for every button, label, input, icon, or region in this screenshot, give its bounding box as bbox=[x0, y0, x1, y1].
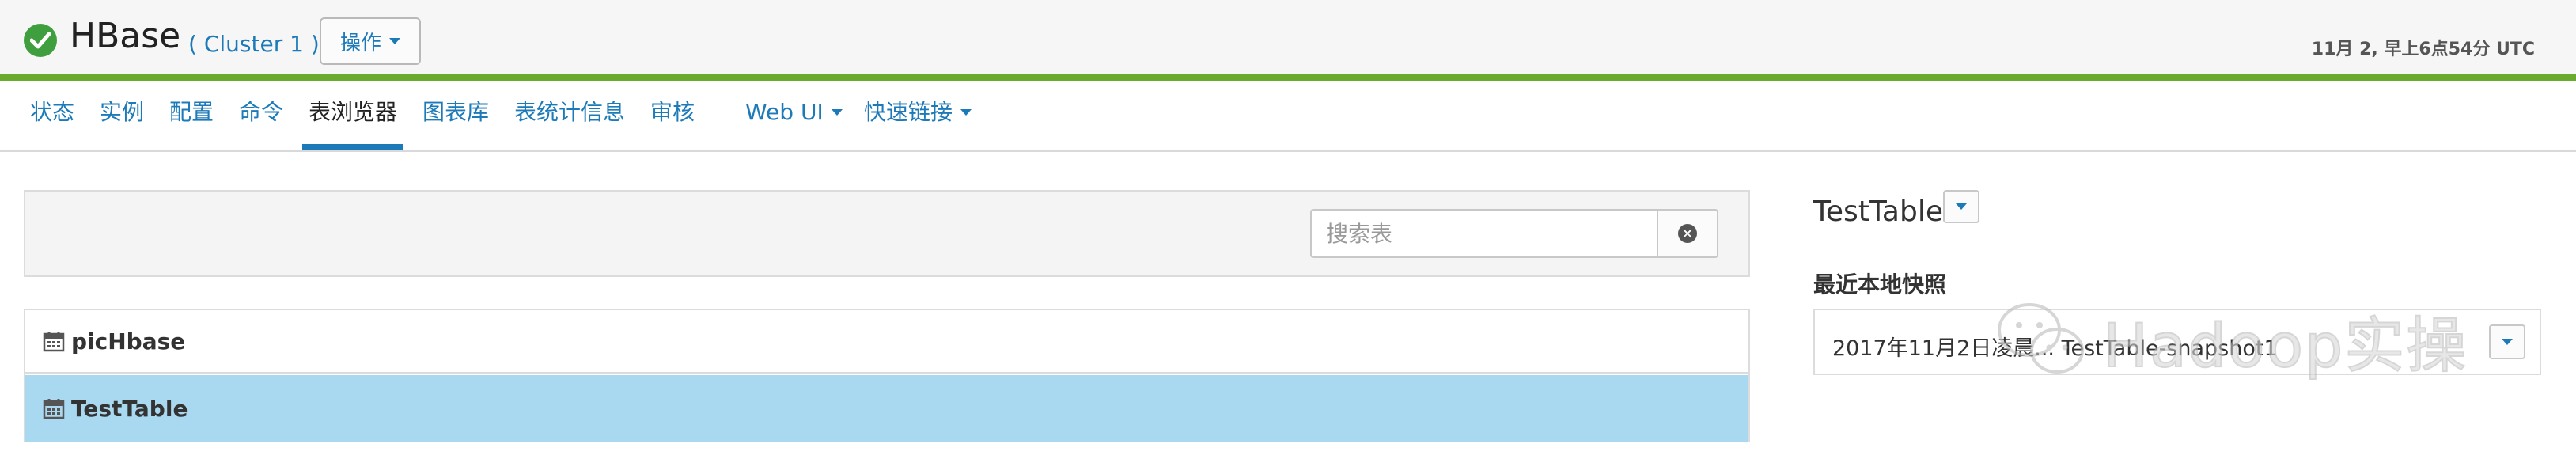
caret-down-icon bbox=[831, 109, 843, 116]
tab-quick-links[interactable]: 快速链接 bbox=[864, 101, 972, 123]
actions-button[interactable]: 操作 bbox=[320, 17, 421, 65]
tab-charts-library[interactable]: 图表库 bbox=[422, 101, 489, 123]
tab-instances[interactable]: 实例 bbox=[100, 101, 144, 123]
service-header: HBase ( Cluster 1 ) 操作 11月 2, 早上6点54分 UT… bbox=[0, 0, 2576, 81]
tab-label: 配置 bbox=[169, 99, 214, 125]
calendar-icon bbox=[43, 332, 65, 352]
snapshot-actions-dropdown[interactable] bbox=[2489, 324, 2525, 359]
snapshot-row: 2017年11月2日凌晨... TestTable-snapshot1 bbox=[1813, 309, 2541, 375]
tab-label: 快速链接 bbox=[864, 99, 953, 125]
tab-commands[interactable]: 命令 bbox=[239, 101, 283, 123]
table-row-selected[interactable]: TestTable bbox=[25, 375, 1748, 442]
tab-audit[interactable]: 审核 bbox=[650, 101, 695, 123]
table-row[interactable]: picHbase bbox=[25, 310, 1748, 374]
check-circle-icon bbox=[24, 24, 57, 57]
clear-search-button[interactable]: × bbox=[1657, 209, 1718, 258]
table-name: TestTable bbox=[71, 395, 188, 422]
tab-label: 审核 bbox=[650, 99, 695, 125]
timestamp: 11月 2, 早上6点54分 UTC bbox=[2311, 40, 2535, 59]
tab-web-ui[interactable]: Web UI bbox=[745, 101, 843, 123]
tab-label: 图表库 bbox=[422, 99, 490, 125]
tab-status[interactable]: 状态 bbox=[30, 101, 74, 123]
caret-down-icon bbox=[960, 109, 972, 116]
caret-down-icon bbox=[2502, 339, 2513, 345]
tab-label: 实例 bbox=[100, 99, 145, 125]
tab-label: 状态 bbox=[30, 99, 75, 125]
table-actions-dropdown[interactable] bbox=[1943, 190, 1979, 223]
caret-down-icon bbox=[1956, 203, 1967, 210]
table-name: picHbase bbox=[71, 328, 186, 355]
tab-label: 表统计信息 bbox=[514, 99, 626, 125]
service-title: HBase bbox=[70, 16, 181, 56]
calendar-icon bbox=[43, 399, 65, 419]
caret-down-icon bbox=[389, 38, 400, 44]
search-tables-input[interactable] bbox=[1310, 209, 1658, 258]
table-list: picHbase TestTable bbox=[24, 309, 1750, 442]
actions-button-label: 操作 bbox=[339, 31, 381, 55]
tab-table-browser[interactable]: 表浏览器 bbox=[309, 101, 397, 123]
cluster-link[interactable]: ( Cluster 1 ) bbox=[188, 33, 320, 55]
tab-configuration[interactable]: 配置 bbox=[169, 101, 214, 123]
active-tab-indicator bbox=[302, 144, 403, 150]
tab-label: Web UI bbox=[745, 99, 824, 125]
clear-icon: × bbox=[1678, 224, 1697, 243]
tab-label: 表浏览器 bbox=[309, 99, 398, 125]
tab-label: 命令 bbox=[239, 99, 284, 125]
recent-snapshots-label: 最近本地快照 bbox=[1813, 271, 1947, 298]
snapshot-value: 2017年11月2日凌晨... TestTable-snapshot1 bbox=[1832, 336, 2278, 361]
selected-table-title: TestTable bbox=[1813, 195, 1943, 228]
tab-table-statistics[interactable]: 表统计信息 bbox=[514, 101, 625, 123]
service-tabs: 状态 实例 配置 命令 表浏览器 图表库 表统计信息 审核 Web UI 快速链… bbox=[0, 81, 2576, 152]
